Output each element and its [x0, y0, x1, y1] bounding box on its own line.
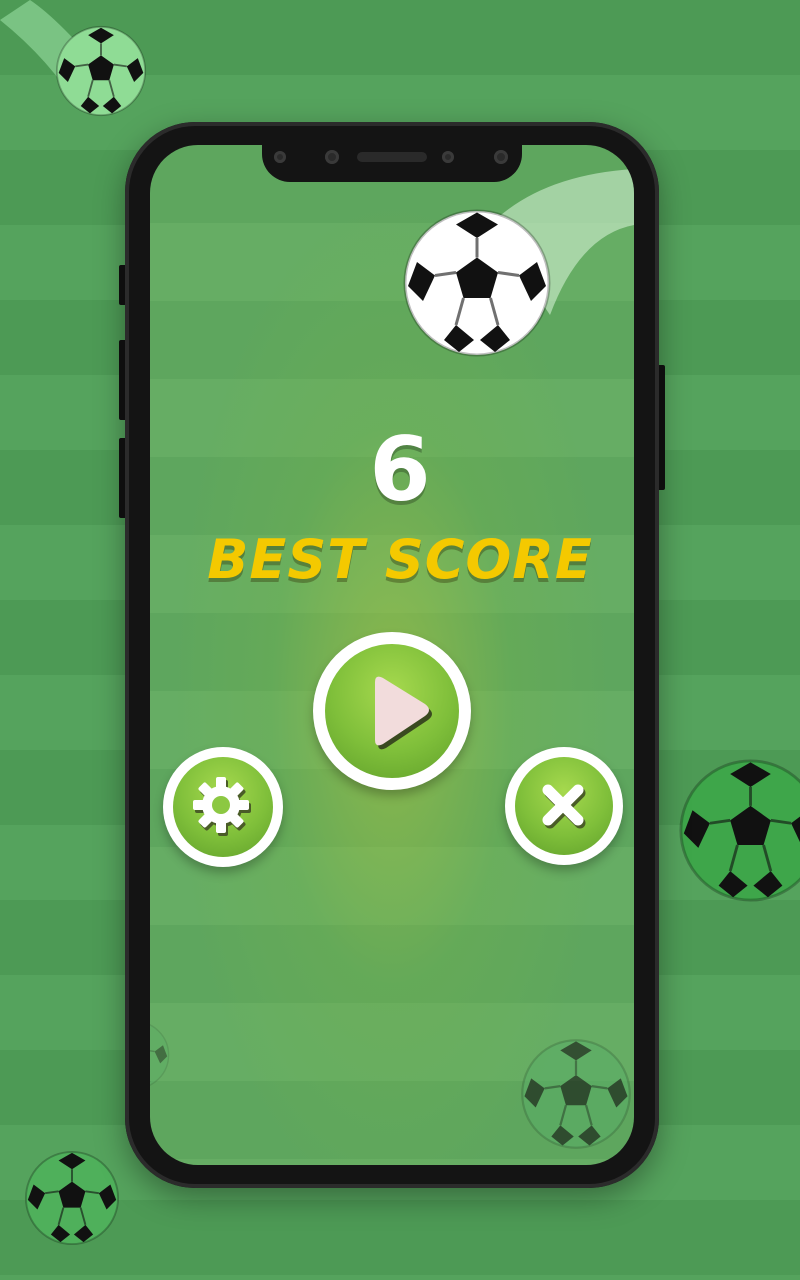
- camera-dot: [325, 150, 339, 164]
- soccer-ball-icon: [402, 208, 552, 358]
- settings-button[interactable]: [163, 747, 283, 867]
- camera-dot: [494, 150, 508, 164]
- close-button[interactable]: [505, 747, 623, 865]
- soccer-ball-icon: [150, 1020, 170, 1090]
- soccer-ball-icon: [678, 758, 800, 903]
- soccer-ball-icon: [520, 1038, 632, 1150]
- gear-icon: [193, 777, 251, 836]
- camera-dot: [442, 151, 454, 163]
- soccer-ball-icon: [24, 1150, 120, 1246]
- soccer-ball-icon: [55, 25, 147, 117]
- close-icon: [542, 784, 586, 829]
- current-score: 6: [369, 418, 431, 521]
- play-button[interactable]: [313, 632, 471, 790]
- speaker-grill: [357, 152, 427, 162]
- best-score-label: BEST SCORE: [207, 528, 593, 591]
- play-icon: [375, 676, 432, 750]
- camera-dot: [274, 151, 286, 163]
